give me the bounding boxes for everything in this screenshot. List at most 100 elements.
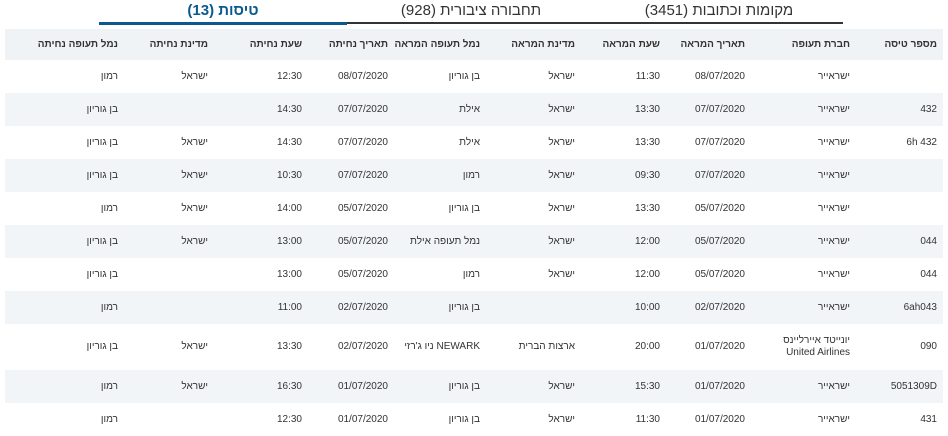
cell-landing-airport: בן גוריון [86, 235, 118, 247]
cell-departure-country: ישראל [548, 103, 575, 115]
cell-flight-number: 090 [920, 341, 937, 352]
cell-departure-country [486, 291, 581, 324]
header-landing-country[interactable]: מדינת נחיתה [124, 29, 214, 60]
cell-departure-country: ישראל [548, 136, 575, 148]
cell-departure-time: 09:30 [634, 169, 660, 181]
cell-landing-time: 13:00 [276, 235, 302, 247]
cell-landing-time: 12:30 [276, 413, 302, 425]
cell-departure-time: 11:30 [635, 413, 660, 425]
cell-landing-airport: בן גוריון [86, 341, 118, 352]
cell-landing-time: 16:30 [276, 380, 302, 392]
table-row[interactable]: ישראייר 07/07/2020 09:30 ישראל רמון 07/07/202… [5, 159, 943, 192]
table-row[interactable]: 090 יונייטד איירליינס United Airlines 01/0… [5, 324, 943, 370]
cell-departure-airport: בן גוריון [448, 413, 480, 425]
cell-flight-number: 044 [920, 268, 937, 280]
cell-departure-date: 01/07/2020 [694, 380, 745, 392]
cell-landing-airport: רמון [100, 413, 118, 425]
cell-landing-airport: בן גוריון [86, 268, 118, 280]
cell-departure-airport: בן גוריון [448, 380, 480, 392]
cell-landing-country: ישראל [181, 380, 208, 392]
header-landing-date[interactable]: תאריך נחיתה [308, 29, 394, 60]
tab-places[interactable]: מקומות וכתובות (3451) [595, 0, 843, 22]
cell-landing-time: 11:00 [277, 301, 302, 313]
cell-airline: ישראייר [817, 169, 850, 181]
header-flight-number[interactable]: מספר טיסה [856, 29, 943, 60]
cell-departure-country: ישראל [548, 268, 575, 280]
cell-landing-date: 08/07/2020 [337, 70, 388, 82]
cell-airline: ישראייר [817, 413, 850, 425]
cell-airline: ישראייר [817, 136, 850, 148]
cell-flight-number: 6ah043 [903, 301, 937, 313]
tab-flights[interactable]: טיסות (13) [99, 0, 347, 25]
header-departure-airport[interactable]: נמל תעופה המראה [394, 29, 486, 60]
cell-landing-date: 05/07/2020 [337, 235, 388, 247]
table-row[interactable]: 044 ישראייר 05/07/2020 12:00 ישראל רמון 05/07/… [5, 258, 943, 291]
header-departure-country[interactable]: מדינת המראה [486, 29, 581, 60]
cell-landing-country [124, 93, 214, 126]
table-row[interactable]: ישראייר 08/07/2020 11:30 ישראל בן גוריון 08/0… [5, 60, 943, 93]
cell-airline: ישראייר [817, 103, 850, 115]
cell-landing-date: 01/07/2020 [337, 413, 388, 425]
cell-landing-time: 13:30 [276, 341, 302, 352]
cell-flight-number [856, 159, 943, 192]
cell-departure-date: 02/07/2020 [694, 301, 745, 313]
cell-departure-airport: רמון [462, 169, 480, 181]
cell-flight-number: 6h 432 [906, 136, 937, 148]
cell-departure-airport: בן גוריון [448, 202, 480, 214]
cell-departure-airport: בן גוריון [448, 301, 480, 313]
cell-departure-airport: רמון [462, 268, 480, 280]
tab-public-transport[interactable]: תחבורה ציבורית (928) [347, 0, 595, 22]
header-departure-date[interactable]: תאריך המראה [666, 29, 751, 60]
cell-landing-country: ישראל [181, 169, 208, 181]
cell-departure-airport: אילת [459, 103, 480, 115]
cell-landing-airport: רמון [100, 301, 118, 313]
cell-landing-airport: רמון [100, 202, 118, 214]
cell-flight-number [856, 60, 943, 93]
cell-departure-country: ישראל [548, 380, 575, 392]
table-row[interactable]: 044 ישראייר 05/07/2020 12:00 ישראל נמל תעופה … [5, 225, 943, 258]
cell-departure-time: 12:00 [634, 235, 660, 247]
cell-landing-time: 12:30 [276, 70, 302, 82]
cell-departure-date: 01/07/2020 [694, 341, 745, 352]
cell-landing-date: 02/07/2020 [337, 341, 388, 352]
cell-landing-time: 13:00 [276, 268, 302, 280]
cell-airline: ישראייר [817, 235, 850, 247]
cell-flight-number [856, 192, 943, 225]
header-departure-time[interactable]: שעת המראה [581, 29, 666, 60]
cell-departure-country: ישראל [548, 413, 575, 425]
cell-departure-date: 07/07/2020 [694, 169, 745, 181]
cell-landing-country [124, 403, 214, 436]
cell-landing-date: 07/07/2020 [337, 103, 388, 115]
cell-departure-date: 01/07/2020 [694, 413, 745, 425]
cell-landing-date: 05/07/2020 [337, 202, 388, 214]
table-row[interactable]: 6ah043 ישראייר 02/07/2020 10:00 בן גוריון 02/… [5, 291, 943, 324]
cell-landing-airport: רמון [100, 70, 118, 82]
cell-departure-date: 05/07/2020 [694, 235, 745, 247]
table-header-row: מספר טיסה חברת תעופה תאריך המראה שעת המר… [5, 29, 943, 60]
cell-departure-date: 08/07/2020 [694, 70, 745, 82]
table-row[interactable]: 6h 432 ישראייר 07/07/2020 13:30 ישראל אילת 07/… [5, 126, 943, 159]
cell-flight-number: 431 [920, 413, 937, 425]
cell-departure-time: 13:30 [634, 136, 660, 148]
flights-table: מספר טיסה חברת תעופה תאריך המראה שעת המר… [5, 29, 943, 436]
cell-departure-airport: NEWARK ניו ג'רזי [404, 341, 480, 352]
header-landing-time[interactable]: שעת נחיתה [214, 29, 308, 60]
table-row[interactable]: ישראייר 05/07/2020 13:30 ישראל בן גוריון 05/0… [5, 192, 943, 225]
cell-departure-date: 05/07/2020 [694, 268, 745, 280]
flights-table-container: מספר טיסה חברת תעופה תאריך המראה שעת המר… [5, 29, 943, 436]
header-airline[interactable]: חברת תעופה [751, 29, 856, 60]
table-row[interactable]: 431 ישראייר 01/07/2020 11:30 ישראל בן גוריון 0… [5, 403, 943, 436]
cell-departure-country: ארצות הברית [518, 341, 575, 352]
cell-landing-date: 07/07/2020 [337, 169, 388, 181]
cell-airline: ישראייר [817, 301, 850, 313]
table-row[interactable]: 5051309D ישראייר 01/07/2020 15:30 ישראל בן גו… [5, 370, 943, 403]
cell-landing-time: 14:30 [276, 103, 302, 115]
cell-airline: יונייטד איירליינס United Airlines [783, 335, 850, 358]
cell-landing-date: 01/07/2020 [337, 380, 388, 392]
cell-departure-country: ישראל [548, 169, 575, 181]
table-row[interactable]: 432 ישראייר 07/07/2020 13:30 ישראל אילת 07/07/… [5, 93, 943, 126]
cell-departure-time: 11:30 [635, 70, 660, 82]
header-landing-airport[interactable]: נמל תעופה נחיתה [5, 29, 124, 60]
cell-departure-date: 07/07/2020 [694, 103, 745, 115]
cell-landing-country: ישראל [181, 235, 208, 247]
